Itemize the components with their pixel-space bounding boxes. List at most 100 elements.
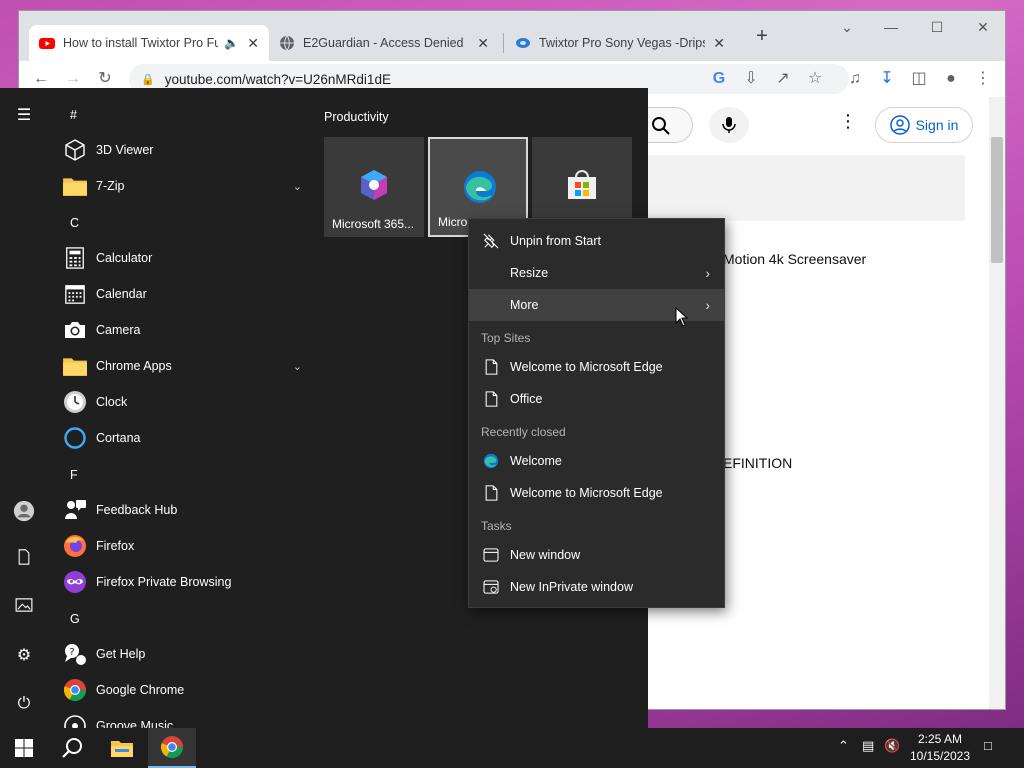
power-icon[interactable]: ⏻ xyxy=(12,692,36,716)
microphone-icon xyxy=(722,117,736,133)
tab-search-icon[interactable]: ⌄ xyxy=(827,15,867,39)
close-tab-icon[interactable]: ✕ xyxy=(713,35,725,52)
app-groove-music[interactable]: Groove Music xyxy=(56,708,314,728)
menu-item-new-inprivate[interactable]: New InPrivate window xyxy=(469,571,724,603)
google-lens-icon[interactable]: G xyxy=(709,69,729,89)
menu-item-new-window[interactable]: New window xyxy=(469,539,724,571)
app-label: Get Help xyxy=(96,647,146,661)
url-text: youtube.com/watch?v=U26nMRdi1dE xyxy=(164,71,391,87)
system-clock[interactable]: 2:25 AM 10/15/2023 xyxy=(904,731,976,765)
app-firefox[interactable]: Firefox xyxy=(56,528,314,564)
user-icon[interactable] xyxy=(12,500,36,524)
video-title[interactable]: Motion 4k Screensaver xyxy=(723,251,866,267)
section-title-top-sites: Top Sites xyxy=(481,331,531,345)
music-icon xyxy=(64,715,86,728)
maximize-button[interactable]: ☐ xyxy=(917,15,957,39)
new-tab-button[interactable]: + xyxy=(750,25,774,49)
side-panel-icon[interactable]: ◫ xyxy=(909,69,929,89)
app-google-chrome[interactable]: Google Chrome xyxy=(56,672,314,708)
globe-icon xyxy=(280,35,294,51)
menu-kebab-icon[interactable]: ⋮ xyxy=(973,69,993,89)
tab-strip: How to install Twixtor Pro Fu 🔈 ✕ E2Guar… xyxy=(19,11,1005,61)
network-icon[interactable]: ▤ xyxy=(862,738,874,754)
forward-icon[interactable]: → xyxy=(63,69,83,89)
menu-item-office[interactable]: Office xyxy=(469,383,724,415)
tab-e2guardian[interactable]: E2Guardian - Access Denied ✕ xyxy=(269,25,499,61)
chevron-down-icon[interactable]: ⌄ xyxy=(293,180,302,193)
start-button[interactable] xyxy=(0,728,48,768)
app-7zip[interactable]: 7-Zip ⌄ xyxy=(56,168,314,204)
window-icon xyxy=(483,548,499,562)
pictures-icon[interactable] xyxy=(12,596,36,620)
page-icon xyxy=(485,391,497,407)
menu-item-welcome-edge[interactable]: Welcome to Microsoft Edge xyxy=(469,351,724,383)
letter-header-g[interactable]: G xyxy=(70,612,80,626)
settings-gear-icon[interactable]: ⚙ xyxy=(12,644,36,668)
cortana-icon xyxy=(64,427,86,449)
app-calendar[interactable]: Calendar xyxy=(56,276,314,312)
tile-label: Microsoft 365... xyxy=(332,217,415,231)
menu-item-welcome-edge-recent[interactable]: Welcome to Microsoft Edge xyxy=(469,477,724,509)
app-3d-viewer[interactable]: 3D Viewer xyxy=(56,132,314,168)
close-window-button[interactable]: ✕ xyxy=(963,15,1003,39)
letter-header-c[interactable]: C xyxy=(70,216,79,230)
downloads-icon[interactable]: ↧ xyxy=(877,69,897,89)
app-label: Groove Music xyxy=(96,719,174,728)
app-chrome-apps[interactable]: Chrome Apps ⌄ xyxy=(56,348,314,384)
letter-header-f[interactable]: F xyxy=(70,468,78,482)
reload-icon[interactable]: ↻ xyxy=(95,69,115,89)
app-label: Google Chrome xyxy=(96,683,185,697)
tab-separator xyxy=(503,33,504,53)
tile-group-title[interactable]: Productivity xyxy=(324,110,389,124)
taskbar-chrome[interactable] xyxy=(148,728,196,768)
app-firefox-private[interactable]: Firefox Private Browsing xyxy=(56,564,314,600)
hamburger-icon[interactable]: ☰ xyxy=(12,104,36,128)
taskbar-search-button[interactable] xyxy=(48,728,96,768)
voice-search-button[interactable] xyxy=(709,107,749,143)
back-icon[interactable]: ← xyxy=(31,69,51,89)
app-get-help[interactable]: ? Get Help xyxy=(56,636,314,672)
app-feedback-hub[interactable]: Feedback Hub xyxy=(56,492,314,528)
menu-item-unpin[interactable]: Unpin from Start xyxy=(469,225,724,257)
profile-icon[interactable]: ● xyxy=(941,69,961,89)
app-label: Feedback Hub xyxy=(96,503,178,517)
scrollbar-thumb[interactable] xyxy=(991,137,1003,263)
install-app-icon[interactable]: ⇩ xyxy=(741,69,761,89)
menu-item-resize[interactable]: Resize › xyxy=(469,257,724,289)
documents-icon[interactable] xyxy=(12,548,36,572)
tile-microsoft-365[interactable]: Microsoft 365... xyxy=(324,137,424,237)
store-icon xyxy=(568,170,596,199)
tab-twixtor[interactable]: Twixtor Pro Sony Vegas -Drips- ✕ xyxy=(505,25,735,61)
speaker-icon[interactable]: 🔈 xyxy=(224,36,239,50)
taskbar-file-explorer[interactable] xyxy=(98,728,146,768)
letter-header-hash[interactable]: # xyxy=(70,108,77,122)
mouse-cursor-icon xyxy=(675,307,689,327)
lock-icon[interactable]: 🔒 xyxy=(141,73,155,86)
menu-item-label: Office xyxy=(510,392,543,406)
tab-youtube[interactable]: How to install Twixtor Pro Fu 🔈 ✕ xyxy=(29,25,269,61)
windows-logo-icon xyxy=(15,739,33,757)
show-hidden-icons-chevron-icon[interactable]: ⌃ xyxy=(838,738,849,754)
app-camera[interactable]: Camera xyxy=(56,312,314,348)
app-label: Firefox Private Browsing xyxy=(96,575,232,589)
menu-item-label: Resize xyxy=(510,266,549,280)
bookmark-star-icon[interactable]: ☆ xyxy=(805,69,825,89)
menu-item-welcome[interactable]: Welcome xyxy=(469,445,724,477)
chevron-down-icon[interactable]: ⌄ xyxy=(293,360,302,373)
youtube-icon xyxy=(39,38,55,49)
app-calculator[interactable]: Calculator xyxy=(56,240,314,276)
edge-icon xyxy=(483,453,499,469)
app-cortana[interactable]: Cortana xyxy=(56,420,314,456)
start-left-rail: ☰ ⚙ ⏻ xyxy=(0,88,48,728)
share-icon[interactable]: ↗ xyxy=(773,69,793,89)
settings-kebab-icon[interactable]: ⋮ xyxy=(839,111,857,132)
media-control-icon[interactable]: ♫ xyxy=(845,69,865,89)
close-tab-icon[interactable]: ✕ xyxy=(247,35,259,52)
app-clock[interactable]: Clock xyxy=(56,384,314,420)
volume-muted-icon[interactable]: 🔇 xyxy=(884,738,900,754)
sign-in-button[interactable]: Sign in xyxy=(875,107,973,143)
minimize-button[interactable]: — xyxy=(871,15,911,39)
notifications-icon[interactable]: □ xyxy=(984,738,992,753)
tile-context-menu: Unpin from Start Resize › More › Top Sit… xyxy=(468,218,725,608)
close-tab-icon[interactable]: ✕ xyxy=(477,35,489,52)
